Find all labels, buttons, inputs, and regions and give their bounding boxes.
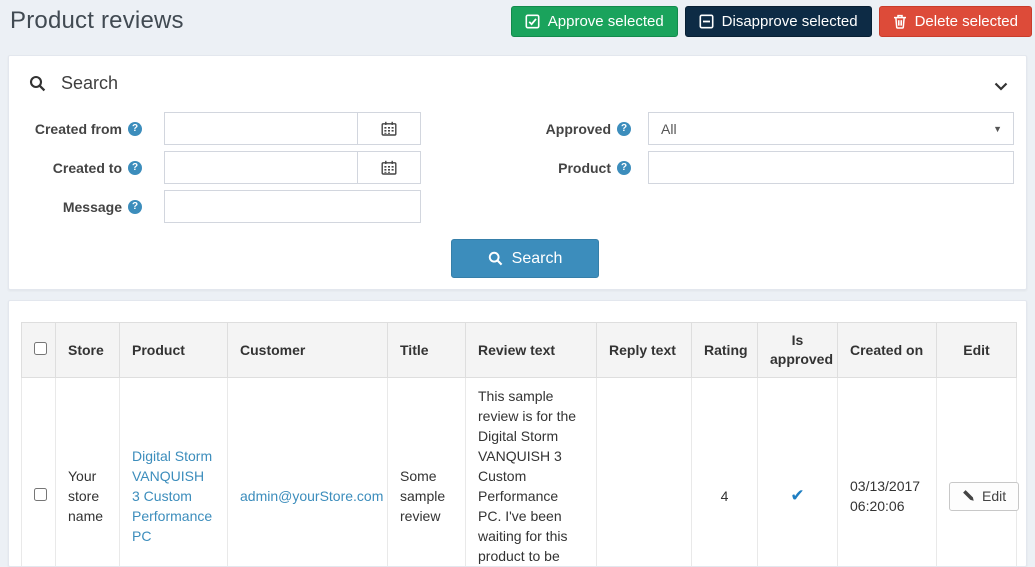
edit-header: Edit xyxy=(937,323,1017,378)
created-on-header: Created on xyxy=(838,323,937,378)
store-cell: Your store name xyxy=(56,378,120,567)
reply-text-cell xyxy=(597,378,692,567)
select-all-checkbox[interactable] xyxy=(34,342,47,355)
collapse-search-panel-button[interactable] xyxy=(992,80,1010,93)
customer-header: Customer xyxy=(228,323,388,378)
product-cell: Digital Storm VANQUISH 3 Custom Performa… xyxy=(120,378,228,567)
edit-button-label: Edit xyxy=(982,488,1006,504)
approved-label: Approved ? xyxy=(459,112,631,145)
approve-selected-label: Approve selected xyxy=(548,13,664,30)
product-reviews-page: Product reviews Approve selected Disappr… xyxy=(0,0,1035,567)
search-button[interactable]: Search xyxy=(451,239,599,278)
row-select-checkbox[interactable] xyxy=(34,488,47,501)
toolbar: Approve selected Disapprove selected xyxy=(511,6,1032,37)
product-link[interactable]: Digital Storm VANQUISH 3 Custom Performa… xyxy=(132,448,212,544)
calendar-icon xyxy=(381,121,397,136)
search-panel-title: Search xyxy=(61,73,118,94)
approved-select[interactable]: All ▼ xyxy=(648,112,1014,145)
select-caret-icon: ▼ xyxy=(993,124,1002,134)
search-panel: Search Created from ? xyxy=(8,55,1027,290)
check-square-icon xyxy=(525,14,540,29)
calendar-icon xyxy=(381,160,397,175)
created-from-input-group xyxy=(164,112,421,145)
is-approved-cell: ✔ xyxy=(758,378,838,567)
store-header: Store xyxy=(56,323,120,378)
created-to-help-icon[interactable]: ? xyxy=(128,161,142,175)
edit-button[interactable]: Edit xyxy=(949,482,1019,511)
message-label-text: Message xyxy=(63,199,122,215)
select-all-header-cell xyxy=(22,323,56,378)
created-from-input[interactable] xyxy=(165,113,357,144)
message-help-icon[interactable]: ? xyxy=(128,200,142,214)
approved-label-text: Approved xyxy=(546,121,611,137)
reviews-table: Store Product Customer Title Review text… xyxy=(21,322,1017,567)
search-icon xyxy=(488,251,503,266)
edit-cell: Edit xyxy=(937,378,1017,567)
page-title: Product reviews xyxy=(10,7,184,35)
pencil-icon xyxy=(962,489,975,502)
created-from-calendar-button[interactable] xyxy=(357,113,420,144)
customer-link[interactable]: admin@yourStore.com xyxy=(240,488,383,504)
created-on-cell: 03/13/2017 06:20:06 xyxy=(838,378,937,567)
customer-cell: admin@yourStore.com xyxy=(228,378,388,567)
product-header: Product xyxy=(120,323,228,378)
approved-select-value: All xyxy=(661,121,677,137)
search-icon xyxy=(29,75,46,92)
product-label: Product ? xyxy=(459,151,631,184)
review-text-cell: This sample review is for the Digital St… xyxy=(466,378,597,567)
created-to-label-text: Created to xyxy=(53,160,122,176)
delete-selected-button[interactable]: Delete selected xyxy=(879,6,1032,37)
created-from-help-icon[interactable]: ? xyxy=(128,122,142,136)
message-label: Message ? xyxy=(9,190,142,223)
message-input[interactable] xyxy=(164,190,421,223)
created-to-calendar-button[interactable] xyxy=(357,152,420,183)
created-from-label-text: Created from xyxy=(35,121,122,137)
chevron-down-icon xyxy=(994,82,1008,91)
review-row: Your store name Digital Storm VANQUISH 3… xyxy=(22,378,1017,567)
rating-header: Rating xyxy=(692,323,758,378)
approve-selected-button[interactable]: Approve selected xyxy=(511,6,678,37)
delete-selected-label: Delete selected xyxy=(915,13,1018,30)
review-text-header: Review text xyxy=(466,323,597,378)
created-to-input[interactable] xyxy=(165,152,357,183)
title-header: Title xyxy=(388,323,466,378)
page-header: Product reviews Approve selected Disappr… xyxy=(0,0,1035,42)
reply-text-header: Reply text xyxy=(597,323,692,378)
title-cell: Some sample review xyxy=(388,378,466,567)
search-panel-header[interactable]: Search xyxy=(9,56,1026,108)
table-header-row: Store Product Customer Title Review text… xyxy=(22,323,1017,378)
product-help-icon[interactable]: ? xyxy=(617,161,631,175)
created-to-label: Created to ? xyxy=(9,151,142,184)
created-from-label: Created from ? xyxy=(9,112,142,145)
reviews-grid-panel: Store Product Customer Title Review text… xyxy=(8,300,1027,567)
disapprove-selected-button[interactable]: Disapprove selected xyxy=(685,6,872,37)
product-input[interactable] xyxy=(648,151,1014,184)
is-approved-header: Is approved xyxy=(758,323,838,378)
trash-icon xyxy=(893,14,907,29)
disapprove-selected-label: Disapprove selected xyxy=(722,13,858,30)
approved-help-icon[interactable]: ? xyxy=(617,122,631,136)
minus-square-icon xyxy=(699,14,714,29)
row-select-cell xyxy=(22,378,56,567)
rating-cell: 4 xyxy=(692,378,758,567)
approved-check-icon: ✔ xyxy=(790,486,804,505)
product-label-text: Product xyxy=(558,160,611,176)
created-to-input-group xyxy=(164,151,421,184)
search-button-label: Search xyxy=(512,250,563,268)
